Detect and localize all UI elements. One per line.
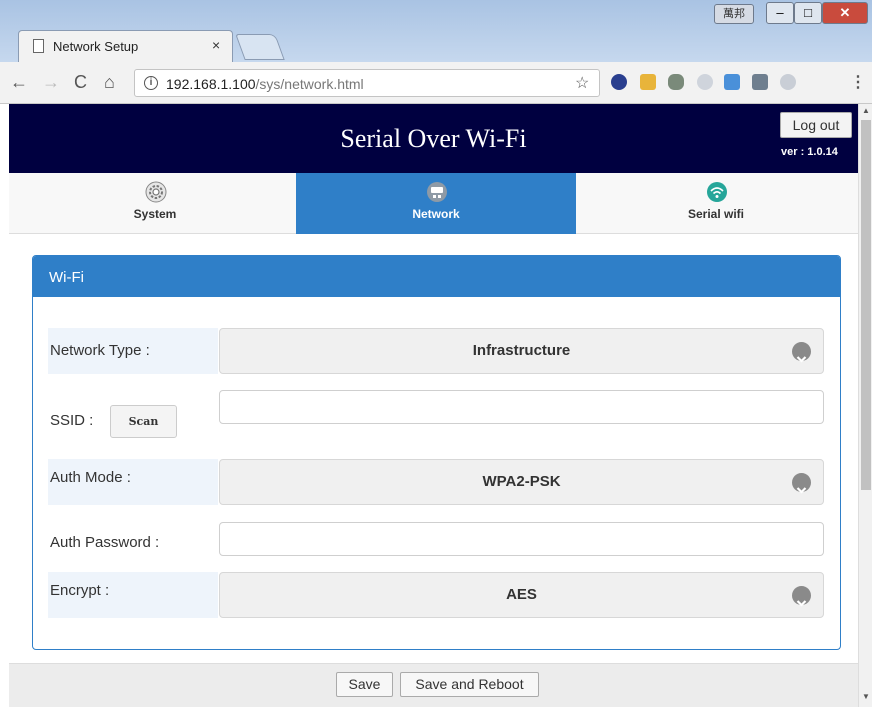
minimize-button[interactable]: – bbox=[766, 2, 794, 24]
auth-mode-label: Auth Mode : bbox=[48, 459, 218, 505]
extension-icon[interactable] bbox=[780, 74, 796, 90]
form-footer: Save Save and Reboot bbox=[9, 663, 858, 707]
bookmark-star-icon[interactable]: ☆ bbox=[575, 73, 589, 93]
page-viewport: Serial Over Wi-Fi Log out ver : 1.0.14 S… bbox=[9, 104, 858, 707]
scroll-up-icon[interactable]: ▲ bbox=[862, 106, 870, 115]
maximize-button[interactable]: □ bbox=[794, 2, 822, 24]
url-path: /sys/network.html bbox=[255, 76, 364, 92]
chevron-down-icon bbox=[792, 586, 811, 607]
gear-icon bbox=[145, 181, 167, 203]
browser-tab[interactable]: Network Setup × bbox=[18, 30, 233, 62]
home-icon[interactable]: ⌂ bbox=[104, 72, 115, 92]
save-and-reboot-button[interactable]: Save and Reboot bbox=[400, 672, 539, 697]
forward-icon[interactable]: → bbox=[42, 72, 60, 92]
auth-mode-select[interactable]: WPA2-PSK bbox=[219, 459, 824, 505]
new-tab-button[interactable] bbox=[235, 34, 285, 60]
page-scrollbar[interactable]: ▲ ▼ bbox=[858, 104, 872, 707]
logout-button[interactable]: Log out bbox=[780, 112, 852, 138]
ime-indicator[interactable]: 萬邦 bbox=[714, 4, 754, 24]
scroll-down-icon[interactable]: ▼ bbox=[862, 692, 870, 701]
wifi-panel: Wi-Fi Network Type : Infrastructure SSID… bbox=[32, 255, 841, 650]
browser-toolbar: ← → C ⌂ i 192.168.1.100/sys/network.html… bbox=[0, 62, 872, 104]
tab-network[interactable]: Network bbox=[296, 173, 576, 234]
extension-icon[interactable] bbox=[668, 74, 684, 90]
document-icon bbox=[33, 39, 44, 53]
header-banner: Serial Over Wi-Fi Log out ver : 1.0.14 bbox=[9, 104, 858, 173]
encrypt-select[interactable]: AES bbox=[219, 572, 824, 618]
chevron-down-icon bbox=[792, 342, 811, 363]
close-window-button[interactable]: ✕ bbox=[822, 2, 868, 24]
reload-icon[interactable]: C bbox=[74, 72, 87, 92]
address-bar[interactable]: i 192.168.1.100/sys/network.html ☆ bbox=[134, 69, 600, 97]
scroll-thumb[interactable] bbox=[861, 120, 871, 490]
save-button[interactable]: Save bbox=[336, 672, 393, 697]
panel-header: Wi-Fi bbox=[33, 256, 840, 297]
browser-titlebar: Network Setup × 萬邦 – □ ✕ bbox=[0, 0, 872, 62]
panel-title: Wi-Fi bbox=[49, 269, 84, 286]
extension-icon[interactable] bbox=[724, 74, 740, 90]
tab-system[interactable]: System bbox=[15, 173, 295, 234]
tab-close-icon[interactable]: × bbox=[212, 37, 220, 53]
ssid-input[interactable] bbox=[219, 390, 824, 424]
tab-serial-wifi[interactable]: Serial wifi bbox=[576, 173, 856, 234]
tab-serial-wifi-label: Serial wifi bbox=[687, 207, 745, 221]
tab-system-label: System bbox=[133, 207, 177, 221]
encrypt-value: AES bbox=[506, 586, 537, 603]
tab-title: Network Setup bbox=[53, 39, 139, 54]
url-text: 192.168.1.100/sys/network.html bbox=[166, 76, 364, 92]
chevron-down-icon bbox=[792, 473, 811, 494]
back-icon[interactable]: ← bbox=[10, 72, 28, 92]
extension-icon[interactable] bbox=[752, 74, 768, 90]
version-label: ver : 1.0.14 bbox=[781, 146, 838, 158]
auth-password-label: Auth Password : bbox=[50, 534, 160, 551]
network-icon bbox=[427, 182, 447, 202]
nav-tabs: System Network Serial wifi bbox=[9, 173, 858, 234]
extension-icon[interactable] bbox=[611, 74, 627, 90]
encrypt-label: Encrypt : bbox=[48, 572, 218, 618]
auth-password-input[interactable] bbox=[219, 522, 824, 556]
auth-mode-value: WPA2-PSK bbox=[482, 473, 561, 490]
tab-network-label: Network bbox=[412, 207, 460, 221]
browser-menu-icon[interactable]: ⋮ bbox=[850, 72, 866, 92]
url-host: 192.168.1.100 bbox=[166, 76, 256, 92]
info-icon[interactable]: i bbox=[144, 76, 158, 90]
extension-icon[interactable] bbox=[697, 74, 713, 90]
scan-button[interactable]: Scan bbox=[110, 405, 177, 438]
network-type-select[interactable]: Infrastructure bbox=[219, 328, 824, 374]
wifi-icon bbox=[707, 182, 727, 202]
extension-icon[interactable] bbox=[640, 74, 656, 90]
network-type-label: Network Type : bbox=[48, 328, 218, 374]
network-type-value: Infrastructure bbox=[472, 342, 571, 359]
page-title: Serial Over Wi-Fi bbox=[340, 124, 527, 153]
